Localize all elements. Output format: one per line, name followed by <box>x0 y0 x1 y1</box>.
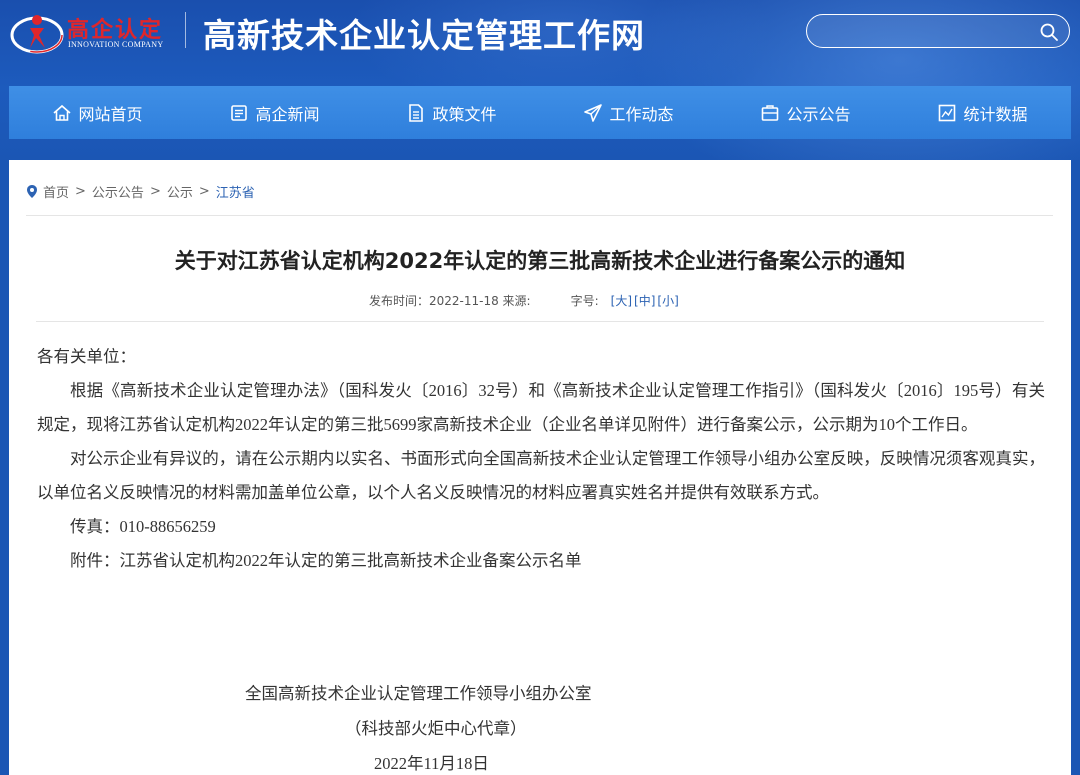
nav-label: 统计数据 <box>963 104 1028 124</box>
font-size-medium-link[interactable]: [中] <box>634 292 655 309</box>
paragraph: 对公示企业有异议的，请在公示期内以实名、书面形式向全国高新技术企业认定管理工作领… <box>37 449 1045 502</box>
nav-label: 工作动态 <box>609 104 674 124</box>
breadcrumb-jiangsu[interactable]: 江苏省 <box>216 182 255 201</box>
font-size-small-link[interactable]: [小] <box>657 292 678 309</box>
article-panel: 首页 > 公示公告 > 公示 > 江苏省 关于对江苏省认定机构2022年认定的第… <box>9 160 1071 775</box>
font-size-large-link[interactable]: [大] <box>611 292 632 309</box>
nav-label: 政策文件 <box>432 104 497 124</box>
document-icon <box>409 103 424 122</box>
location-pin-icon <box>27 185 37 198</box>
search-icon[interactable] <box>1039 22 1059 42</box>
news-icon <box>231 104 248 121</box>
breadcrumb-separator: > <box>149 184 161 199</box>
logo-emblem-icon <box>10 15 64 54</box>
breadcrumb-publicity[interactable]: 公示 <box>167 182 193 201</box>
breadcrumb-announcements[interactable]: 公示公告 <box>92 182 144 201</box>
breadcrumb-separator: > <box>75 184 86 199</box>
paragraph: 根据《高新技术企业认定管理办法》（国科发火〔2016〕32号）和《高新技术企业认… <box>37 381 1045 434</box>
nav-item-work[interactable]: 工作动态 <box>540 86 717 139</box>
main-nav: 网站首页 高企新闻 政策文件 工作动态 公示公告 统计数据 <box>9 86 1071 139</box>
salutation: 各有关单位： <box>37 347 136 366</box>
site-header: 高企认定 INNOVATION COMPANY 高新技术企业认定管理工作网 网站… <box>0 0 1080 160</box>
home-icon <box>53 104 72 121</box>
nav-label: 公示公告 <box>786 104 851 124</box>
nav-item-news[interactable]: 高企新闻 <box>186 86 363 139</box>
article-title: 关于对江苏省认定机构2022年认定的第三批高新技术企业进行备案公示的通知 <box>174 249 906 273</box>
nav-item-policy[interactable]: 政策文件 <box>363 86 540 139</box>
search-box[interactable] <box>806 14 1070 48</box>
breadcrumb-home[interactable]: 首页 <box>43 182 69 201</box>
nav-item-statistics[interactable]: 统计数据 <box>894 86 1071 139</box>
site-title: 高新技术企业认定管理工作网 <box>203 16 645 55</box>
nav-item-announcement[interactable]: 公示公告 <box>717 86 894 139</box>
publish-info: 发布时间：2022-11-18 来源: <box>369 294 531 308</box>
announcement-icon <box>762 104 779 121</box>
font-size-label: 字号: <box>570 294 599 308</box>
fax-line: 传真：010-88656259 <box>70 517 216 536</box>
signer: 全国高新技术企业认定管理工作领导小组办公室 <box>245 684 592 703</box>
send-icon <box>584 103 603 122</box>
search-input[interactable] <box>819 21 1033 43</box>
logo-subtitle: INNOVATION COMPANY <box>68 40 164 49</box>
article-meta: 发布时间：2022-11-18 来源: 字号: [大] [中] [小] <box>369 292 679 309</box>
chart-icon <box>939 104 956 121</box>
nav-label: 网站首页 <box>78 104 143 124</box>
nav-label: 高企新闻 <box>255 104 320 124</box>
divider <box>26 215 1053 216</box>
signing-date: 2022年11月18日 <box>374 754 489 773</box>
nav-item-home[interactable]: 网站首页 <box>9 86 186 139</box>
logo-divider <box>185 12 186 48</box>
breadcrumb: 首页 > 公示公告 > 公示 > 江苏省 <box>26 182 255 201</box>
site-logo[interactable]: 高企认定 INNOVATION COMPANY <box>10 8 185 58</box>
attachment-link[interactable]: 附件：江苏省认定机构2022年认定的第三批高新技术企业备案公示名单 <box>37 544 1045 578</box>
article-body: 各有关单位： 根据《高新技术企业认定管理办法》（国科发火〔2016〕32号）和《… <box>37 340 1045 578</box>
signer-note: （科技部火炬中心代章） <box>345 719 527 738</box>
divider <box>36 321 1044 322</box>
breadcrumb-separator: > <box>198 184 210 199</box>
